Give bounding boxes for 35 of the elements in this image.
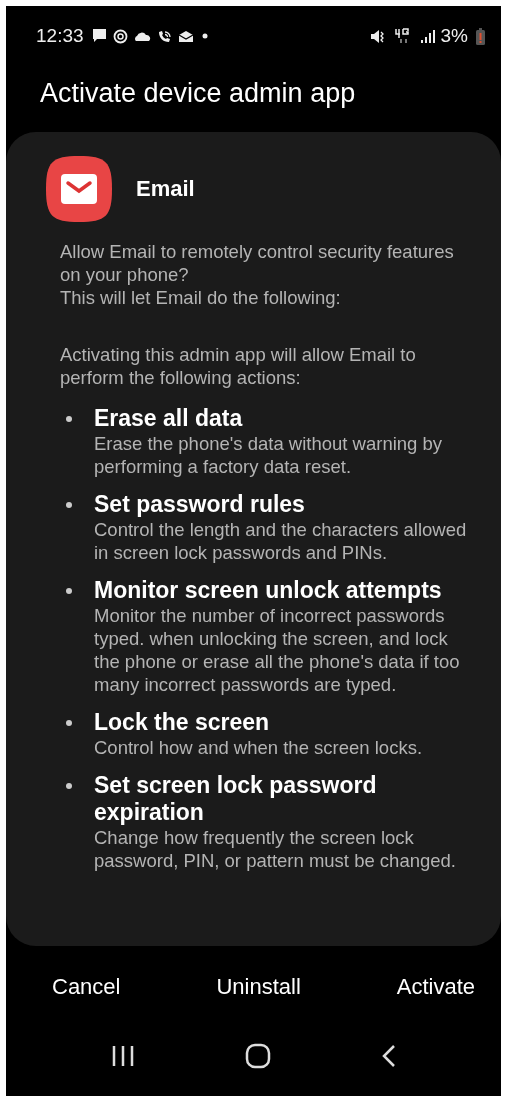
envelope-icon <box>177 29 194 43</box>
email-app-icon <box>46 156 112 222</box>
bullet-icon <box>66 502 72 508</box>
permission-description: Change how frequently the screen lock password, PIN, or pattern must be changed. <box>94 826 457 872</box>
app-name: Email <box>136 176 195 202</box>
dialog-button[interactable]: Uninstall <box>210 968 307 1006</box>
signal-icon <box>419 28 435 44</box>
chat-icon <box>91 28 107 44</box>
bullet-icon <box>66 720 72 726</box>
permission-description: Control the length and the characters allowed in screen lock passwords and PINs. <box>94 518 468 564</box>
permission-description: Control how and when the screen locks. <box>94 736 423 759</box>
status-time: 12:33 <box>36 25 84 47</box>
wifi-call-icon <box>156 28 172 44</box>
permission-description: Erase the phone's data without warning by performing a factory data reset. <box>94 432 444 478</box>
permission-title: Lock the screen <box>94 709 271 736</box>
permission-title: Monitor screen unlock attempts <box>94 577 443 604</box>
battery-percent: 3% <box>440 25 468 47</box>
dialog-button[interactable]: Cancel <box>46 968 127 1006</box>
bullet-icon <box>66 416 72 422</box>
dialog-button[interactable]: Activate <box>390 968 481 1006</box>
bullet-icon <box>66 783 72 789</box>
permission-title: Set screen lock password expiration <box>94 772 378 826</box>
battery-icon <box>476 27 485 45</box>
intro-text: Allow Email to remotely control security features on your phone? <box>60 240 455 286</box>
intro-text: This will let Email do the following: <box>60 286 342 309</box>
permission-title: Set password rules <box>94 491 306 518</box>
home-icon[interactable] <box>245 1043 272 1069</box>
page-title: Activate device admin app <box>39 77 357 110</box>
recent-apps-icon[interactable] <box>111 1045 136 1067</box>
cloud-icon <box>133 30 151 42</box>
bullet-icon <box>66 588 72 594</box>
back-icon[interactable] <box>381 1044 396 1068</box>
permission-title: Erase all data <box>94 405 244 432</box>
permission-description: Monitor the number of incorrect passwords typed. when unlocking the screen, and lock the phone or erase all the phone's data if too many incorrect passwords are typed. <box>94 604 461 696</box>
lead-text: Activating this admin app will allow Email to perform the following actions: <box>60 343 417 389</box>
